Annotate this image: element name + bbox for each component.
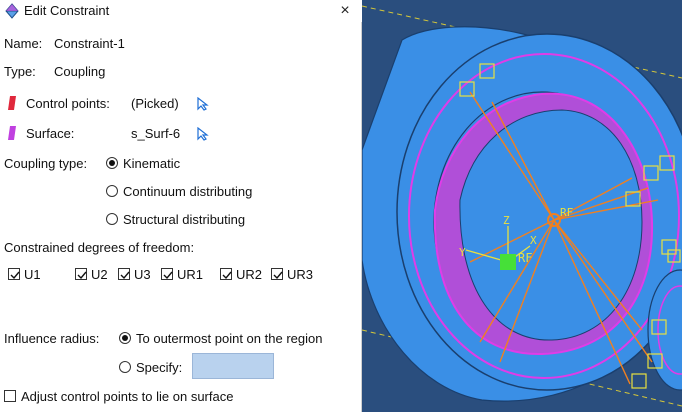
control-points-swatch-icon [8,96,16,110]
model-render: Z X Y RF RF [362,0,682,412]
pick-surface-arrow-icon[interactable] [196,126,210,141]
u3-checkbox[interactable] [118,268,130,280]
title-bar: Edit Constraint × [0,0,362,22]
axis-y-label: Y [459,246,466,259]
specify-input[interactable] [192,353,274,379]
surface-swatch-icon [8,126,16,140]
adjust-control-points-label: Adjust control points to lie on surface [21,389,234,404]
name-label: Name: [4,36,43,51]
specify-radio[interactable] [119,361,131,373]
u1-checkbox[interactable] [8,268,20,280]
structural-distributing-label: Structural distributing [123,212,246,227]
u2-checkbox[interactable] [75,268,87,280]
specify-label: Specify: [136,360,183,375]
u2-label: U2 [91,267,108,282]
edit-constraint-dialog: Edit Constraint × Name: Constraint-1 Typ… [0,0,362,412]
axis-x-label: X [530,234,537,247]
ur3-checkbox[interactable] [271,268,283,280]
kinematic-radio[interactable] [106,157,118,169]
type-label: Type: [4,64,36,79]
surface-value: s_Surf-6 [131,126,181,141]
ur2-label: UR2 [236,267,263,282]
rf-label-point: RF [560,206,573,219]
outermost-point-radio[interactable] [119,332,131,344]
close-button[interactable]: × [334,0,356,22]
dof-label: Constrained degrees of freedom: [4,240,195,255]
ur3-label: UR3 [287,267,314,282]
ur2-checkbox[interactable] [220,268,232,280]
ur1-label: UR1 [177,267,204,282]
adjust-control-points-checkbox[interactable] [4,390,16,402]
rf-label-origin: RF [518,251,532,265]
dialog-title: Edit Constraint [24,3,110,18]
u1-label: U1 [24,267,41,282]
control-points-label: Control points: [26,96,110,111]
surface-label: Surface: [26,126,75,141]
influence-radius-label: Influence radius: [4,331,100,346]
kinematic-label: Kinematic [123,156,181,171]
continuum-distributing-radio[interactable] [106,185,118,197]
model-viewport[interactable]: Z X Y RF RF [362,0,682,412]
structural-distributing-radio[interactable] [106,213,118,225]
name-value: Constraint-1 [54,36,125,51]
axis-z-label: Z [503,214,510,227]
continuum-distributing-label: Continuum distributing [123,184,253,199]
u3-label: U3 [134,267,151,282]
coupling-type-label: Coupling type: [4,156,88,171]
type-value: Coupling [54,64,106,79]
pick-control-points-arrow-icon[interactable] [196,96,210,111]
outermost-point-label: To outermost point on the region [136,331,323,346]
constraint-icon [4,3,20,19]
ur1-checkbox[interactable] [161,268,173,280]
control-points-value: (Picked) [131,96,179,111]
